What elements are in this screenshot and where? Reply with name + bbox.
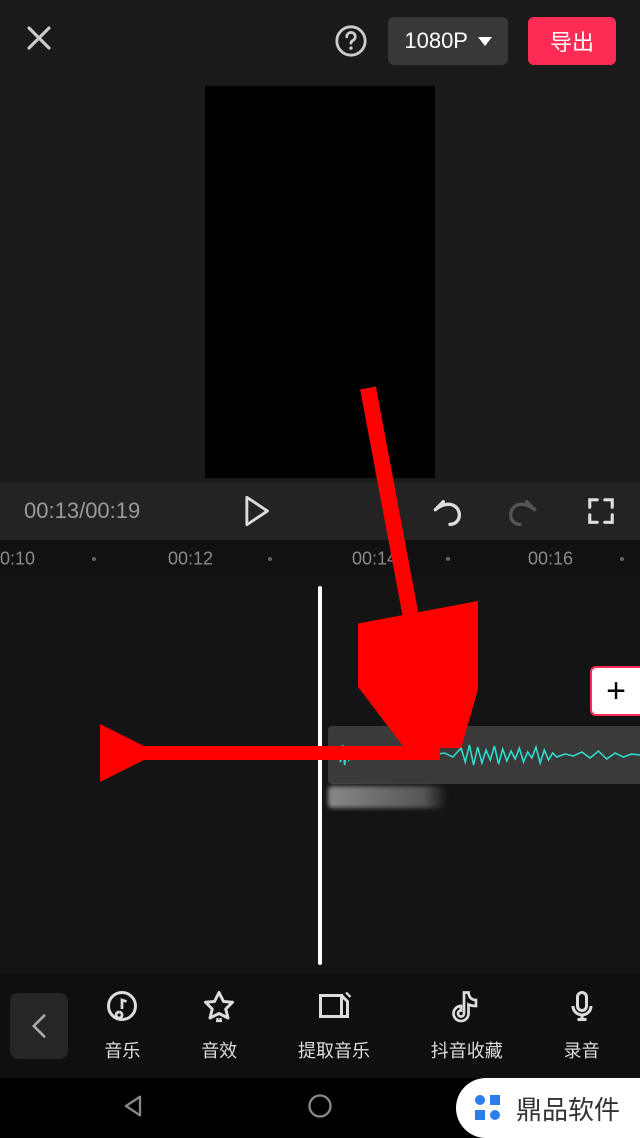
watermark-logo-icon [470,1090,506,1126]
back-button[interactable] [10,993,68,1059]
annotation-arrow-down [358,378,478,748]
chevron-down-icon [478,37,492,46]
menu-item-label: 录音 [564,1037,600,1063]
timeline-ruler[interactable]: 0:1000:1200:1400:16 [0,540,640,578]
record-icon [564,988,600,1029]
fullscreen-button[interactable] [586,496,616,526]
ruler-tick: 00:16 [528,549,573,570]
menu-item-sound-effect[interactable]: 音效 [201,988,237,1063]
ruler-tick: 00:12 [168,549,213,570]
menu-item-douyin-favorites[interactable]: 抖音收藏 [431,988,503,1063]
annotation-arrow-left [100,713,460,793]
play-button[interactable] [242,495,270,527]
menu-item-record[interactable]: 录音 [564,988,600,1063]
ruler-dot [620,557,624,561]
ruler-dot [92,557,96,561]
menu-item-label: 音乐 [104,1037,140,1063]
resolution-select[interactable]: 1080P [388,17,508,65]
nav-home[interactable] [306,1092,334,1125]
resolution-label: 1080P [404,28,468,54]
douyin-favorites-icon [449,988,485,1029]
help-button[interactable] [334,24,368,58]
close-button[interactable] [24,20,54,62]
menu-item-label: 抖音收藏 [431,1037,503,1063]
time-display: 00:13/00:19 [24,498,140,524]
add-clip-button[interactable]: + [590,666,640,716]
sound-effect-icon [201,988,237,1029]
menu-item-music[interactable]: 音乐 [104,988,140,1063]
timeline-track-area[interactable]: + [0,578,640,973]
menu-item-extract-music[interactable]: 提取音乐 [298,988,370,1063]
menu-item-label: 提取音乐 [298,1037,370,1063]
extract-music-icon [316,988,352,1029]
ruler-dot [268,557,272,561]
menu-item-label: 音效 [201,1037,237,1063]
export-button[interactable]: 导出 [528,17,616,65]
nav-back[interactable] [119,1092,147,1125]
ruler-tick: 0:10 [0,549,35,570]
watermark-text: 鼎品软件 [516,1090,620,1127]
music-icon [104,988,140,1029]
redo-button [508,495,540,527]
video-preview[interactable] [0,82,640,482]
watermark-badge: 鼎品软件 [456,1078,640,1138]
